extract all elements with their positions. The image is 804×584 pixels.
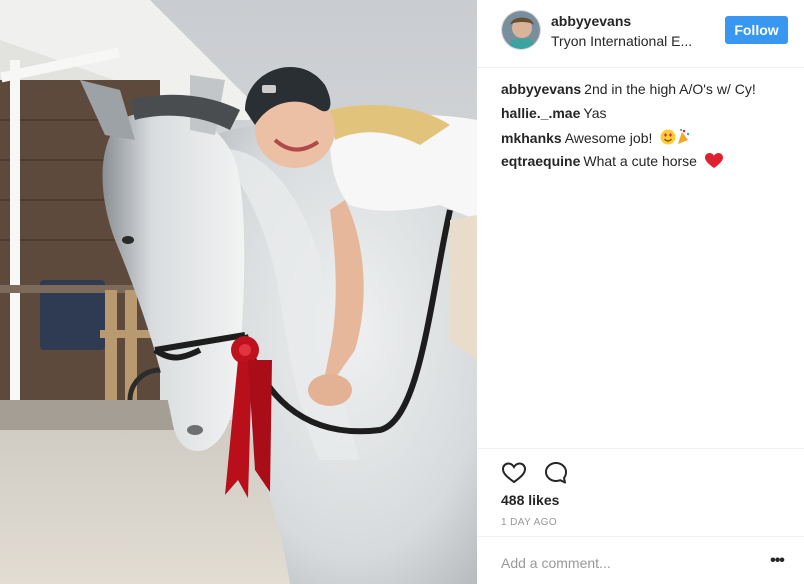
post-actions: 488 likes 1 DAY AGO [477, 448, 804, 528]
heart-eyes-party-emoji-icon [660, 128, 690, 150]
comment-text: 2nd in the high A/O's w/ Cy! [584, 81, 756, 97]
comment-text: Awesome job! [564, 130, 653, 146]
header-username[interactable]: abbyyevans [551, 12, 692, 30]
post-timestamp[interactable]: 1 DAY AGO [501, 517, 557, 529]
avatar-icon [502, 11, 540, 49]
more-options-icon[interactable]: ••• [767, 551, 787, 571]
comment-text: What a cute horse [583, 153, 697, 169]
header-location[interactable]: Tryon International E... [551, 32, 692, 50]
follow-button[interactable]: Follow [725, 16, 788, 44]
avatar[interactable] [501, 10, 541, 50]
comment-username[interactable]: mkhanks [501, 130, 562, 146]
comment-username[interactable]: abbyyevans [501, 81, 581, 97]
instagram-post: abbyyevans Tryon International E... Foll… [0, 0, 804, 584]
horse-rider-photo [0, 0, 477, 584]
comments-list: abbyyevans 2nd in the high A/O's w/ Cy! h… [501, 80, 791, 176]
likes-count[interactable]: 488 likes [501, 491, 559, 509]
comment-item: abbyyevans 2nd in the high A/O's w/ Cy! [501, 80, 791, 104]
comment-username[interactable]: hallie._.mae [501, 105, 580, 121]
comment-username[interactable]: eqtraequine [501, 153, 580, 169]
comment-bubble-icon[interactable] [543, 460, 569, 486]
header-user-block: abbyyevans Tryon International E... [551, 12, 692, 50]
comment-item: hallie._.mae Yas [501, 104, 791, 128]
post-header: abbyyevans Tryon International E... Foll… [477, 0, 804, 68]
add-comment-bar: ••• [477, 536, 804, 584]
comment-item: eqtraequine What a cute horse [501, 152, 791, 176]
post-photo[interactable] [0, 0, 477, 584]
post-side-panel: abbyyevans Tryon International E... Foll… [477, 0, 804, 584]
comment-text: Yas [583, 105, 607, 121]
comment-item: mkhanks Awesome job! [501, 128, 791, 152]
red-heart-emoji-icon [704, 153, 723, 173]
heart-icon[interactable] [501, 460, 527, 486]
add-comment-input[interactable] [501, 553, 741, 573]
